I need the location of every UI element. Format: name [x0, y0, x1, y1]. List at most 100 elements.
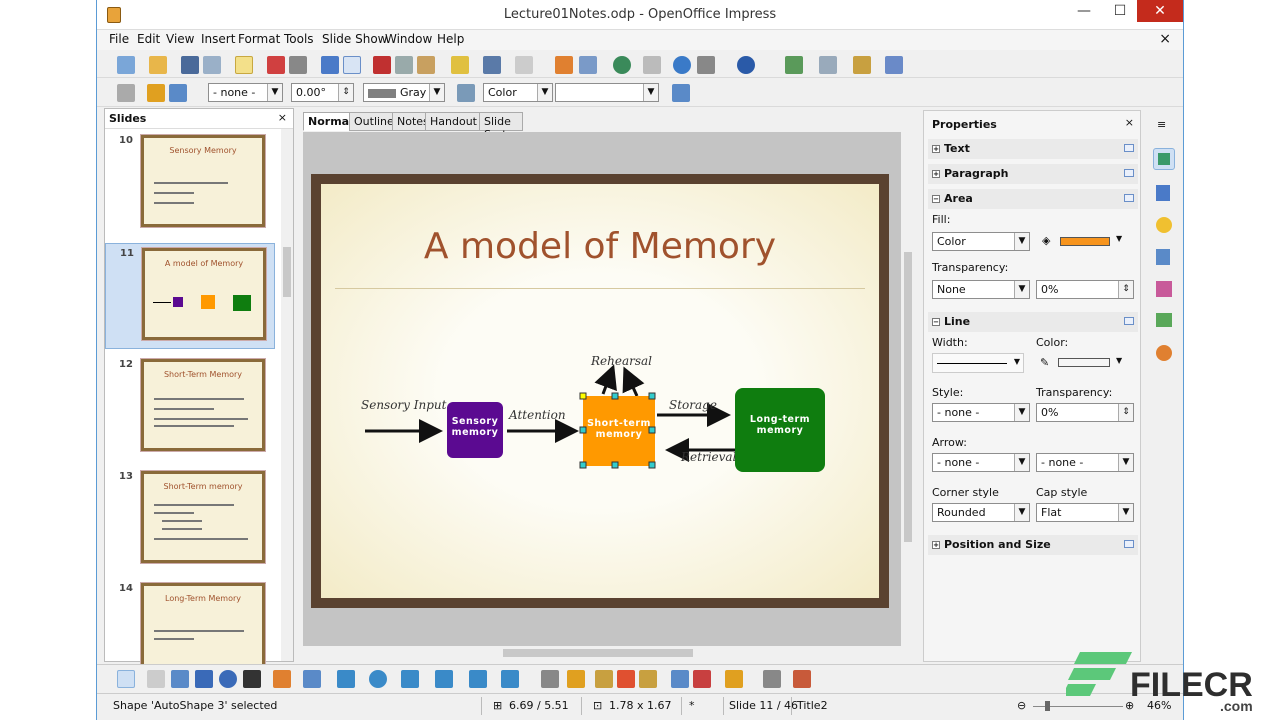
stars-icon[interactable]	[501, 670, 519, 688]
area-style-select[interactable]: Color ▼	[483, 83, 553, 102]
master-pages-icon[interactable]	[1153, 182, 1175, 204]
fill-type-select[interactable]: Color ▼	[932, 232, 1030, 251]
area-fill-select[interactable]: ▼	[555, 83, 659, 102]
arrange-icon[interactable]	[725, 670, 743, 688]
label-rehearsal[interactable]: Rehearsal	[591, 354, 652, 368]
corner-style-select[interactable]: Rounded ▼	[932, 503, 1030, 522]
arrow-style-icon[interactable]	[169, 84, 187, 102]
line-color-picker[interactable]: ✎ ▼	[1036, 353, 1126, 373]
print-icon[interactable]	[289, 56, 307, 74]
slide-design-icon[interactable]	[819, 56, 837, 74]
label-attention[interactable]: Attention	[509, 408, 566, 422]
long-term-memory-box[interactable]: Long-term memory	[735, 388, 825, 472]
area-transparency-percent[interactable]: 0% ⇕	[1036, 280, 1134, 299]
selection-handles[interactable]	[579, 392, 659, 470]
fontwork-icon[interactable]	[595, 670, 613, 688]
zoom-slider-handle[interactable]	[1045, 701, 1050, 711]
styles-icon[interactable]	[1153, 278, 1175, 300]
edit-file-icon[interactable]	[235, 56, 253, 74]
select-arrow-icon[interactable]	[117, 670, 135, 688]
navigator-deck-icon[interactable]	[1153, 342, 1175, 364]
gallery-tool-icon[interactable]	[639, 670, 657, 688]
line-style-select-panel[interactable]: - none - ▼	[932, 403, 1030, 422]
line-style-select[interactable]: - none - ▼	[208, 83, 283, 102]
undo-icon[interactable]	[483, 56, 501, 74]
slide-thumbnail-11[interactable]: 11 A model of Memory	[105, 243, 275, 349]
display-grid-icon[interactable]	[613, 56, 631, 74]
new-icon[interactable]	[117, 56, 135, 74]
area-transparency-select[interactable]: None ▼	[932, 280, 1030, 299]
minimize-button[interactable]: —	[1067, 0, 1101, 22]
tab-handout[interactable]: Handout	[425, 112, 482, 131]
paste-icon[interactable]	[417, 56, 435, 74]
menu-help[interactable]: Help	[437, 32, 464, 46]
cut-icon[interactable]	[373, 56, 391, 74]
copy-icon[interactable]	[395, 56, 413, 74]
close-button[interactable]: ✕	[1137, 0, 1183, 22]
save-icon[interactable]	[181, 56, 199, 74]
canvas-horizontal-scrollbar[interactable]	[303, 646, 903, 660]
slide-layout-icon[interactable]	[853, 56, 871, 74]
line-width-select[interactable]: ▼	[932, 353, 1024, 373]
area-fill-icon[interactable]	[457, 84, 475, 102]
more-options-icon[interactable]	[1124, 194, 1134, 202]
close-properties-icon[interactable]: ×	[1125, 116, 1134, 129]
line-tool-icon[interactable]	[147, 670, 165, 688]
line-style-icon[interactable]	[117, 84, 135, 102]
more-options-icon[interactable]	[1124, 540, 1134, 548]
maximize-button[interactable]: ☐	[1103, 0, 1137, 22]
sensory-memory-box[interactable]: Sensory memory	[447, 402, 503, 458]
menu-file[interactable]: File	[109, 32, 129, 46]
more-options-icon[interactable]	[1124, 144, 1134, 152]
menu-slide-show[interactable]: Slide Show	[322, 32, 387, 46]
help-icon[interactable]	[737, 56, 755, 74]
shadow-icon[interactable]	[672, 84, 690, 102]
slide-show-icon[interactable]	[885, 56, 903, 74]
menu-window[interactable]: Window	[385, 32, 432, 46]
label-storage[interactable]: Storage	[669, 398, 717, 412]
document-modified[interactable]: *	[689, 699, 695, 712]
sidebar-menu-icon[interactable]: ≡	[1157, 118, 1166, 131]
section-line[interactable]: − Line	[928, 312, 1138, 332]
spellcheck-icon[interactable]	[321, 56, 339, 74]
slide-transition-icon[interactable]	[1153, 246, 1175, 268]
grid-icon[interactable]	[643, 56, 661, 74]
close-document-icon[interactable]: ×	[1159, 31, 1171, 47]
menu-format[interactable]: Format	[238, 32, 280, 46]
from-file-icon[interactable]	[617, 670, 635, 688]
block-arrows-icon[interactable]	[401, 670, 419, 688]
more-options-icon[interactable]	[1124, 317, 1134, 325]
interaction-icon[interactable]	[793, 670, 811, 688]
extrusion-icon[interactable]	[763, 670, 781, 688]
fill-color-picker[interactable]: ◈ ▼	[1038, 232, 1124, 251]
section-area[interactable]: − Area	[928, 189, 1138, 209]
navigator-icon[interactable]	[673, 56, 691, 74]
slide-canvas[interactable]: A model of Memory Sensory Input Attentio…	[303, 132, 903, 646]
line-color-select[interactable]: Gray 6 ▼	[363, 83, 445, 102]
gallery-icon[interactable]	[1153, 310, 1175, 332]
scroll-thumb[interactable]	[904, 252, 912, 542]
email-icon[interactable]	[203, 56, 221, 74]
rectangle-tool-icon[interactable]	[195, 670, 213, 688]
glue-points-icon[interactable]	[567, 670, 585, 688]
zoom-icon[interactable]	[697, 56, 715, 74]
canvas-vertical-scrollbar[interactable]	[901, 132, 915, 646]
section-paragraph[interactable]: + Paragraph	[928, 164, 1138, 184]
new-slide-icon[interactable]	[785, 56, 803, 74]
points-icon[interactable]	[541, 670, 559, 688]
scroll-thumb[interactable]	[503, 649, 693, 657]
more-options-icon[interactable]	[1124, 169, 1134, 177]
menu-tools[interactable]: Tools	[284, 32, 314, 46]
alignment-icon[interactable]	[693, 670, 711, 688]
label-sensory-input[interactable]: Sensory Input	[361, 398, 446, 412]
cap-style-select[interactable]: Flat ▼	[1036, 503, 1134, 522]
callouts-icon[interactable]	[469, 670, 487, 688]
slide-thumbnail-10[interactable]: 10 Sensory Memory	[105, 131, 275, 237]
slide-thumbnail-13[interactable]: 13 Short-Term memory	[105, 467, 275, 573]
export-pdf-icon[interactable]	[267, 56, 285, 74]
slide[interactable]: A model of Memory Sensory Input Attentio…	[311, 174, 889, 608]
symbol-shapes-icon[interactable]	[369, 670, 387, 688]
line-pencil-icon[interactable]	[147, 84, 165, 102]
arrow-start-select[interactable]: - none - ▼	[932, 453, 1030, 472]
connector-tool-icon[interactable]	[303, 670, 321, 688]
